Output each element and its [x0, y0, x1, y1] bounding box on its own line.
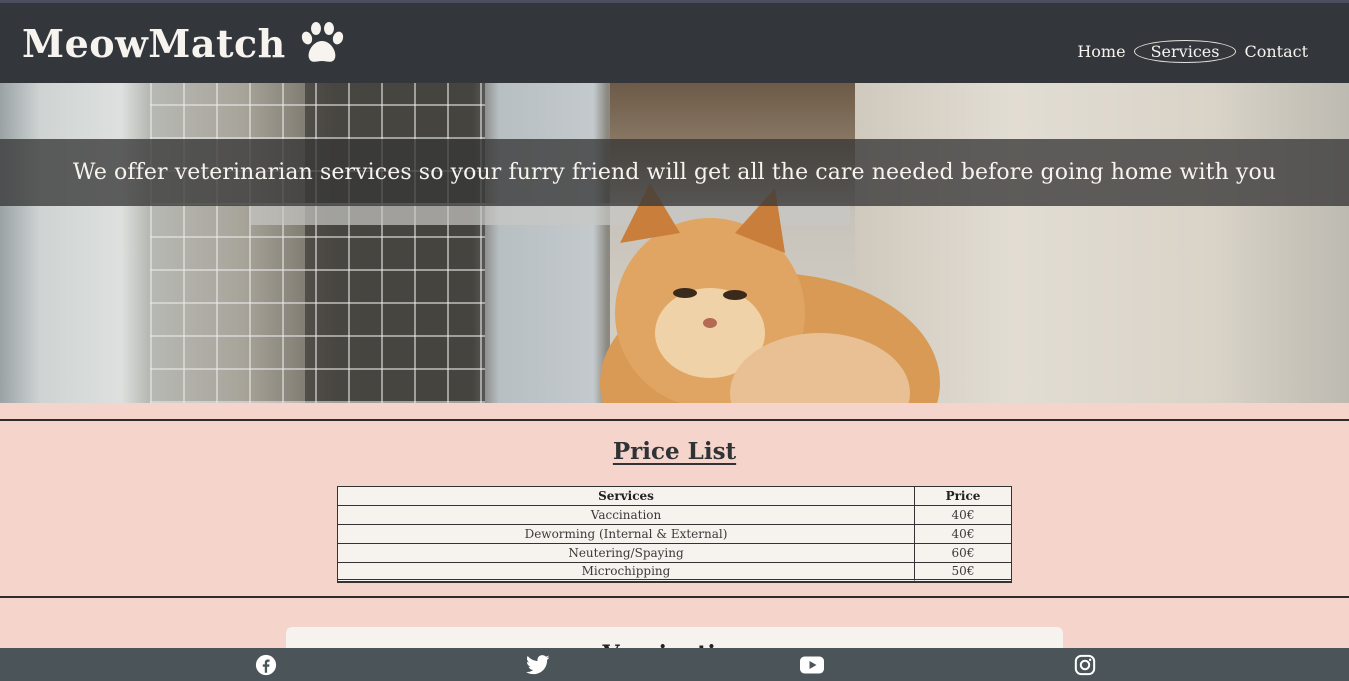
table-row: Deworming (Internal & External) 40€	[338, 525, 1011, 544]
nav-home[interactable]: Home	[1069, 41, 1133, 62]
price-cell: 50€	[914, 563, 1011, 582]
table-row: Vaccination 40€	[338, 506, 1011, 525]
hero-caption: We offer veterinarian services so your f…	[72, 160, 1277, 185]
service-cell: Deworming (Internal & External)	[338, 525, 914, 544]
main-nav: Home Services Contact	[1069, 39, 1316, 63]
cat-photo	[600, 183, 940, 403]
service-cell: Vaccination	[338, 506, 914, 525]
price-cell: 60€	[914, 544, 1011, 563]
price-table: Services Price Vaccination 40€ Deworming…	[337, 486, 1012, 583]
instagram-icon[interactable]	[1073, 654, 1097, 676]
price-list-section: Price List Services Price Vaccination 40…	[0, 419, 1349, 598]
service-cell: Microchipping	[338, 563, 914, 582]
twitter-icon[interactable]	[526, 654, 550, 676]
nav-contact[interactable]: Contact	[1236, 41, 1316, 62]
facebook-icon[interactable]	[254, 654, 278, 676]
table-row: Microchipping 50€	[338, 563, 1011, 582]
price-list-title: Price List	[612, 438, 737, 465]
hero-image: We offer veterinarian services so your f…	[0, 83, 1349, 403]
table-row: Neutering/Spaying 60€	[338, 544, 1011, 563]
site-footer	[0, 648, 1349, 681]
column-header-services: Services	[338, 487, 914, 506]
column-header-price: Price	[914, 487, 1011, 506]
table-header-row: Services Price	[338, 487, 1011, 506]
hero-cage-wire	[150, 83, 485, 403]
site-header: MeowMatch Home Services Contact	[0, 3, 1349, 83]
youtube-icon[interactable]	[800, 654, 824, 676]
price-cell: 40€	[914, 506, 1011, 525]
price-cell: 40€	[914, 525, 1011, 544]
brand[interactable]: MeowMatch	[22, 21, 346, 66]
brand-name: MeowMatch	[22, 20, 286, 66]
service-cell: Neutering/Spaying	[338, 544, 914, 563]
paw-icon	[301, 22, 344, 62]
nav-services[interactable]: Services	[1133, 39, 1237, 63]
hero-caption-band: We offer veterinarian services so your f…	[0, 139, 1349, 206]
